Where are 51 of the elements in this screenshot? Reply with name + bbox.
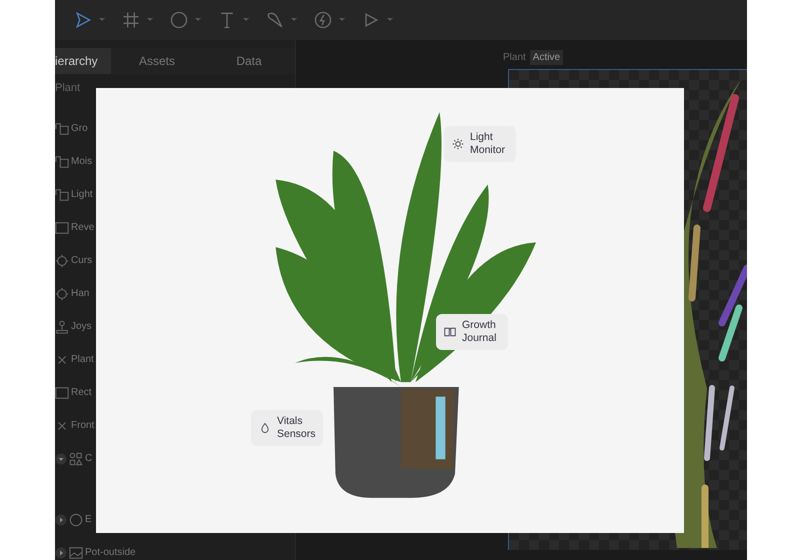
layer-item[interactable]: Mois <box>71 156 92 167</box>
circle-icon <box>69 512 83 526</box>
layer-item[interactable]: Rect <box>71 387 92 398</box>
caret-icon[interactable] <box>387 18 393 22</box>
layer-item[interactable]: Reve <box>71 222 94 233</box>
panel-tab[interactable]: Data <box>203 48 295 74</box>
target-icon <box>55 286 69 300</box>
layer-item[interactable]: Pot-outside <box>85 547 136 558</box>
sun-icon <box>452 138 464 150</box>
caret-icon[interactable] <box>339 18 345 22</box>
circle-icon[interactable] <box>169 10 189 30</box>
expand-toggle-icon[interactable] <box>55 514 67 526</box>
caret-icon[interactable] <box>147 18 153 22</box>
callout-text: Light Monitor <box>470 131 506 158</box>
shapes-icon <box>69 452 83 466</box>
caret-icon[interactable] <box>291 18 297 22</box>
callout-text: Growth Journal <box>462 319 498 346</box>
pen-icon[interactable] <box>265 10 285 30</box>
frame-icon[interactable] <box>121 10 141 30</box>
caret-icon[interactable] <box>243 18 249 22</box>
group-icon <box>55 154 69 168</box>
group-icon <box>55 188 69 202</box>
rectangle-icon <box>55 220 69 234</box>
tree-root-label: Plant <box>55 81 82 96</box>
expand-toggle-icon[interactable] <box>55 546 67 558</box>
panel-tab[interactable]: ierarchy <box>55 48 111 74</box>
layer-item[interactable]: Plant <box>71 354 94 365</box>
layer-item[interactable]: Gro <box>71 123 88 134</box>
lightning-icon[interactable] <box>313 10 333 30</box>
group-icon <box>55 122 69 136</box>
layer-item[interactable]: Curs <box>71 255 92 266</box>
collapse-toggle-icon[interactable] <box>55 452 67 464</box>
image-icon <box>69 546 83 560</box>
drop-icon <box>259 422 271 434</box>
target-icon <box>55 254 69 268</box>
layer-item[interactable]: C <box>85 453 92 464</box>
layer-item[interactable]: E <box>85 514 92 525</box>
canvas-label: Plant <box>503 52 526 63</box>
pointer-icon[interactable] <box>73 10 93 30</box>
layer-item[interactable]: Front <box>71 420 94 431</box>
joystick-icon <box>55 320 69 334</box>
layer-item[interactable]: Joys <box>71 321 92 332</box>
rectangle-icon <box>55 386 69 400</box>
layer-item[interactable]: Light <box>71 189 93 200</box>
status-badge: Active <box>530 50 564 65</box>
caret-icon[interactable] <box>99 18 105 22</box>
callout-text: Vitals Sensors <box>277 415 316 442</box>
caret-icon[interactable] <box>195 18 201 22</box>
book-icon <box>444 326 456 338</box>
panel-tab[interactable]: Assets <box>111 48 203 74</box>
layer-item[interactable]: Han <box>71 288 90 299</box>
